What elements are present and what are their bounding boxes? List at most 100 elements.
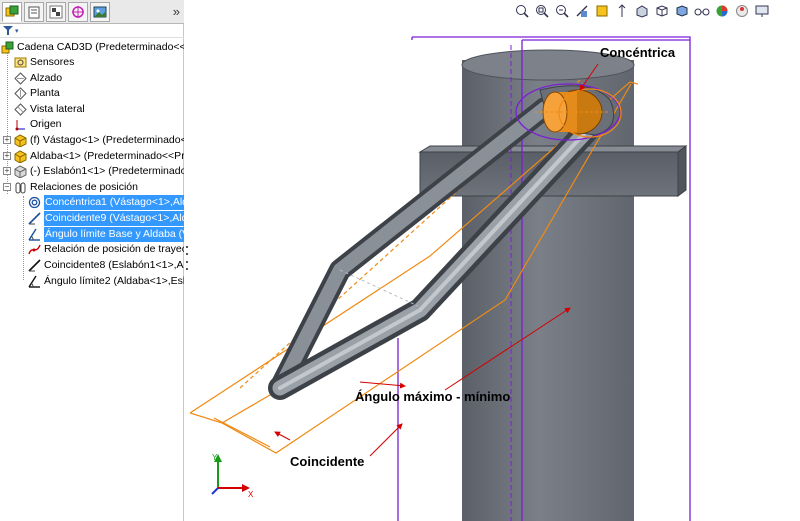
mate-item-coincident8[interactable]: Coincidente8 (Eslabón1<1>,A [28, 258, 184, 273]
mate-label: Concéntrica1 (Vástago<1>,Alda [44, 195, 184, 210]
tree-item-label: Aldaba<1> (Predeterminado<<Pred [30, 150, 184, 162]
path-mate-icon [28, 243, 41, 256]
mate-label: Coincidente8 (Eslabón1<1>,A [44, 259, 184, 271]
part-icon [14, 150, 27, 163]
collapse-toggle[interactable]: − [3, 183, 11, 191]
angle-limit-mate-icon [28, 228, 41, 241]
expand-toggle[interactable]: + [3, 167, 11, 175]
tree-root-assembly[interactable]: Cadena CAD3D (Predeterminado<<Pr [1, 40, 184, 55]
mate-item-angle-limit[interactable]: Ángulo límite Base y Aldaba (V [28, 227, 184, 242]
mate-label: Ángulo límite Base y Aldaba (V [44, 227, 184, 242]
origin-icon [14, 118, 27, 131]
dynamic-annotation-button[interactable] [594, 3, 610, 19]
tree-item-label: Planta [30, 87, 60, 99]
annotation-angle-limit: Ángulo máximo - mínimo [355, 389, 511, 404]
feature-manager-icon [5, 5, 19, 16]
tree-item-label: Origen [30, 118, 62, 130]
graphics-area[interactable]: Concéntrica Ángulo máximo - mínimo Coinc… [190, 0, 800, 521]
tree-item-alzado[interactable]: Alzado [14, 71, 184, 86]
filter-dropdown-icon: ▾ [15, 27, 19, 35]
scene-icon [736, 5, 748, 17]
tree-guide-line [23, 196, 24, 280]
tree-item-eslabon[interactable]: (-) Eslabón1<1> (Predeterminado< [14, 164, 184, 179]
section-view-button[interactable] [574, 3, 590, 19]
heads-up-view-toolbar [510, 0, 800, 22]
hide-show-button[interactable] [654, 3, 670, 19]
section-view-icon [576, 5, 588, 17]
tab-feature-manager[interactable] [2, 1, 22, 22]
previous-view-button[interactable] [554, 3, 570, 19]
part-icon [14, 134, 27, 147]
expand-panel-icon[interactable]: » [173, 4, 180, 19]
tree-item-planta[interactable]: Planta [14, 86, 184, 101]
triad-x-label: X [248, 490, 254, 499]
plane-icon [14, 87, 27, 100]
tree-item-label: Relaciones de posición [30, 181, 138, 193]
tab-dimxpert[interactable] [68, 1, 88, 22]
tree-item-vista-lateral[interactable]: Vista lateral [14, 102, 184, 117]
reference-triad: Y X [211, 453, 254, 499]
glasses-icon [694, 8, 710, 16]
view-more-button[interactable] [754, 3, 770, 19]
annotation-coincident: Coincidente [290, 454, 365, 469]
panel-tabs: » [0, 0, 184, 24]
filter-icon [3, 26, 13, 35]
tree-item-sensores[interactable]: Sensores [14, 55, 184, 70]
edit-appearance-button[interactable] [674, 3, 690, 19]
hide-show-icon [656, 5, 668, 17]
tree-filter[interactable]: ▾ [0, 24, 184, 38]
mate-item-concentric1[interactable]: Concéntrica1 (Vástago<1>,Alda [28, 195, 184, 210]
dimxpert-icon [72, 5, 84, 18]
zoom-area-icon [536, 5, 549, 18]
view-orientation-icon [618, 4, 626, 17]
tree-item-label: Vista lateral [30, 103, 85, 115]
tab-display-manager[interactable] [90, 1, 110, 22]
configuration-manager-icon [49, 5, 63, 18]
tree-item-aldaba[interactable]: Aldaba<1> (Predeterminado<<Pred [14, 149, 184, 164]
expand-toggle[interactable]: + [3, 136, 11, 144]
tab-configuration-manager[interactable] [46, 1, 66, 22]
coincident-mate-icon [28, 259, 41, 272]
mate-label: Coincidente9 (Vástago<1>,Alda [44, 211, 184, 226]
feature-manager-panel: » ▾ Cadena CAD3D (Predeterminado<<Pr Sen… [0, 0, 184, 521]
display-manager-icon [93, 6, 107, 17]
sensors-icon [14, 56, 27, 69]
box-view-icon [676, 5, 688, 17]
appearance-sphere-icon [716, 5, 728, 17]
model-scene [190, 36, 691, 521]
tab-property-manager[interactable] [24, 1, 44, 22]
monitor-icon [755, 5, 769, 17]
zoom-area-button[interactable] [534, 3, 550, 19]
mate-label: Ángulo límite2 (Aldaba<1>,Esl [44, 275, 184, 287]
previous-view-icon [556, 5, 569, 18]
expand-toggle[interactable]: + [3, 152, 11, 160]
part-icon [14, 165, 27, 178]
assembly-icon [1, 41, 14, 54]
mate-item-coincident9[interactable]: Coincidente9 (Vástago<1>,Alda [28, 211, 184, 226]
tree-item-origen[interactable]: Origen [14, 117, 184, 132]
tree-item-label: Sensores [30, 56, 75, 68]
tree-item-label: Alzado [30, 72, 63, 84]
mate-item-angle-limit2[interactable]: Ángulo límite2 (Aldaba<1>,Esl [28, 274, 184, 289]
scene-button[interactable] [734, 3, 750, 19]
plane-icon [14, 103, 27, 116]
tree-item-label: (-) Eslabón1<1> (Predeterminado< [30, 165, 184, 177]
view-orientation-button[interactable] [614, 3, 630, 19]
annotation-concentric: Concéntrica [600, 45, 676, 60]
tree-item-vastago[interactable]: (f) Vástago<1> (Predeterminado<<Pr [14, 133, 184, 148]
tree-item-label: (f) Vástago<1> (Predeterminado<<Pr [30, 134, 184, 146]
plane-icon [14, 72, 27, 85]
zoom-to-fit-button[interactable] [514, 3, 530, 19]
view-setting-button[interactable] [694, 3, 710, 19]
tree-root-label: Cadena CAD3D (Predeterminado<<Pr [17, 41, 184, 53]
display-style-button[interactable] [634, 3, 650, 19]
zoom-fit-icon [516, 5, 529, 18]
tree-item-mates-folder[interactable]: Relaciones de posición [14, 180, 184, 195]
display-style-icon [636, 5, 648, 18]
coincident-mate-icon [28, 212, 41, 225]
triad-y-label: Y [212, 453, 218, 462]
mates-folder-icon [14, 181, 27, 194]
mate-item-path-mate[interactable]: Relación de posición de trayec [28, 242, 184, 257]
apply-scene-button[interactable] [714, 3, 730, 19]
property-manager-icon [28, 6, 40, 18]
